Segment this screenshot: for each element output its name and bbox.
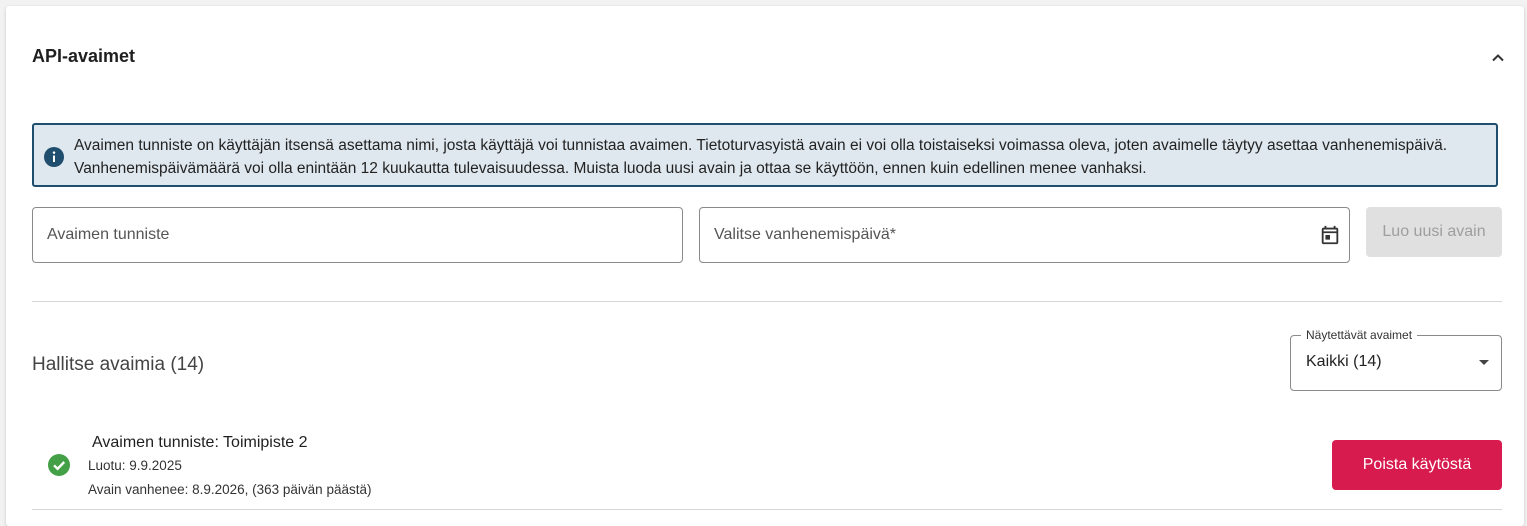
disable-key-button[interactable]: Poista käytöstä xyxy=(1332,440,1502,490)
key-name: Avaimen tunniste: Toimipiste 2 xyxy=(92,434,308,451)
info-alert: Avaimen tunniste on käyttäjän itsensä as… xyxy=(32,123,1498,187)
key-filter-select[interactable]: Näytettävät avaimet Kaikki (14) xyxy=(1290,328,1502,391)
key-created: Luotu: 9.9.2025 xyxy=(88,458,182,473)
check-circle-icon xyxy=(48,454,70,476)
key-name-field[interactable] xyxy=(32,207,683,263)
disable-key-button-label: Poista käytöstä xyxy=(1362,456,1472,473)
key-expiry: Avain vanhenee: 8.9.2026, (363 päivän pä… xyxy=(88,482,372,497)
manage-keys-title: Hallitse avaimia (14) xyxy=(32,354,205,375)
key-name-input[interactable] xyxy=(47,208,636,262)
calendar-icon[interactable] xyxy=(1319,224,1341,246)
expiry-date-field[interactable] xyxy=(699,207,1350,263)
key-filter-value: Kaikki (14) xyxy=(1306,353,1382,370)
divider xyxy=(32,301,1502,302)
api-keys-card: API-avaimet Avaimen tunniste on käyttäjä… xyxy=(6,6,1524,526)
info-icon xyxy=(44,147,64,167)
create-key-button-label: Luo uusi avain xyxy=(1382,223,1486,240)
collapse-button[interactable] xyxy=(1486,46,1510,70)
list-divider xyxy=(32,509,1502,510)
create-key-button[interactable]: Luo uusi avain xyxy=(1366,207,1502,257)
chevron-up-icon xyxy=(1492,54,1504,62)
section-title: API-avaimet xyxy=(32,46,136,66)
dropdown-arrow-icon xyxy=(1479,360,1489,365)
key-filter-label: Näytettävät avaimet xyxy=(1301,328,1418,342)
expiry-date-input[interactable] xyxy=(714,208,1303,262)
info-text: Avaimen tunniste on käyttäjän itsensä as… xyxy=(74,137,1448,177)
